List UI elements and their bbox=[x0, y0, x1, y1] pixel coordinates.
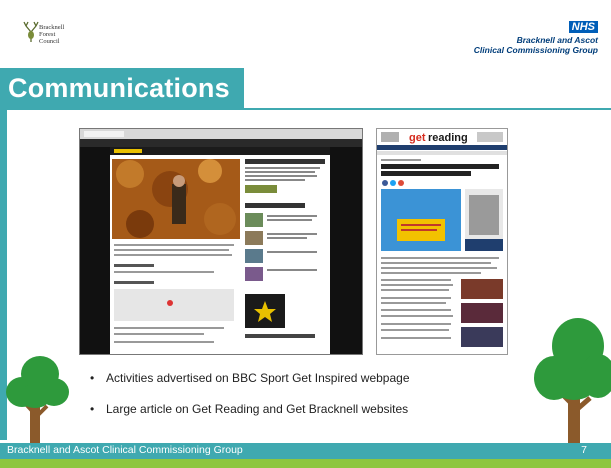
get-reading-webpage-image: get reading bbox=[377, 129, 507, 347]
title-divider bbox=[244, 108, 611, 110]
bullet-text: Large article on Get Reading and Get Bra… bbox=[106, 402, 409, 416]
title-bar: Communications bbox=[0, 68, 244, 110]
svg-text:get: get bbox=[409, 132, 426, 144]
bullet-text: Activities advertised on BBC Sport Get I… bbox=[106, 371, 410, 385]
bbc-webpage-image bbox=[80, 129, 362, 354]
page-number: 7 bbox=[581, 444, 587, 456]
footer-text: Bracknell and Ascot Clinical Commissioni… bbox=[7, 444, 243, 456]
council-logo-line-2: Forest bbox=[39, 31, 56, 38]
slide: Bracknell Forest Council NHS Bracknell a… bbox=[0, 0, 611, 468]
nhs-org-line-1: Bracknell and Ascot bbox=[516, 35, 598, 45]
bullet-list: • Activities advertised on BBC Sport Get… bbox=[90, 368, 570, 430]
council-logo-line-3: Council bbox=[39, 38, 60, 45]
slide-title: Communications bbox=[8, 73, 230, 103]
bullet-item: • Large article on Get Reading and Get B… bbox=[90, 399, 570, 419]
nhs-org-line-2: Clinical Commissioning Group bbox=[473, 45, 598, 55]
nhs-badge: NHS bbox=[568, 21, 598, 33]
bracknell-forest-council-logo: Bracknell Forest Council bbox=[22, 20, 82, 62]
deer-antler-icon bbox=[23, 21, 39, 42]
bullet-icon: • bbox=[90, 371, 95, 385]
bbc-get-inspired-screenshot bbox=[79, 128, 363, 355]
tree-left-icon bbox=[2, 352, 72, 449]
bullet-item: • Activities advertised on BBC Sport Get… bbox=[90, 368, 570, 388]
bullet-icon: • bbox=[90, 402, 95, 416]
tree-right-icon bbox=[528, 316, 611, 449]
footer-bar: Bracknell and Ascot Clinical Commissioni… bbox=[0, 443, 611, 459]
council-logo-text: Bracknell Forest Council bbox=[39, 24, 64, 45]
get-reading-screenshot: get reading bbox=[376, 128, 508, 355]
council-logo-line-1: Bracknell bbox=[39, 24, 65, 31]
grass-strip bbox=[0, 459, 611, 468]
nhs-ccg-logo: NHS Bracknell and Ascot Clinical Commiss… bbox=[474, 17, 598, 55]
svg-text:reading: reading bbox=[428, 132, 468, 144]
